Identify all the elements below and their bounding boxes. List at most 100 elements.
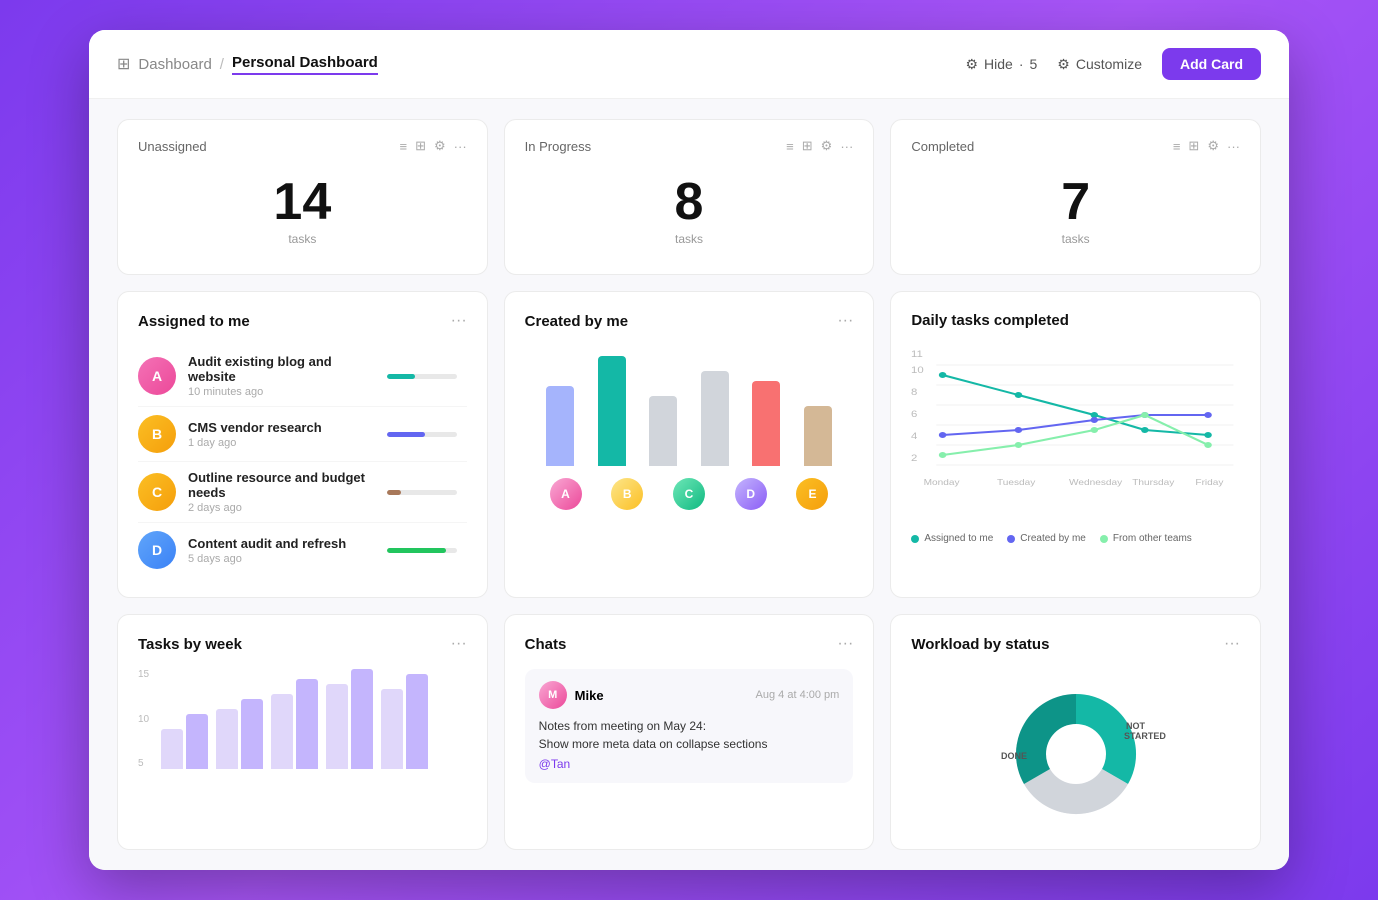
chat-text-line1: Notes from meeting on May 24: [539, 717, 840, 735]
task-name: Audit existing blog and website [188, 354, 375, 384]
svg-text:STARTED: STARTED [1124, 731, 1166, 741]
settings-icon-3[interactable]: ⚙ [1207, 138, 1219, 154]
avatar: E [796, 478, 828, 510]
customize-label: Customize [1076, 56, 1142, 72]
svg-text:6: 6 [911, 410, 918, 420]
chats-menu[interactable]: ··· [837, 635, 853, 653]
avatar: B [611, 478, 643, 510]
settings-icon[interactable]: ⚙ [434, 138, 446, 154]
more-icon[interactable]: ··· [454, 139, 467, 154]
chat-username: Mike [575, 688, 604, 703]
week-bar [186, 714, 208, 769]
week-bar [406, 674, 428, 769]
task-item: D Content audit and refresh 5 days ago [138, 523, 467, 577]
week-bar [216, 709, 238, 769]
workload-menu[interactable]: ··· [1224, 635, 1240, 653]
svg-text:Tuesday: Tuesday [997, 478, 1036, 487]
task-name: Content audit and refresh [188, 536, 375, 551]
tasks-by-week-menu[interactable]: ··· [451, 635, 467, 653]
task-time: 10 minutes ago [188, 386, 375, 398]
svg-text:Thursday: Thursday [1133, 478, 1176, 487]
avatar: C [138, 473, 176, 511]
week-bar [241, 699, 263, 769]
stat-card-icons-2: ≡ ⊞ ⚙ ··· [786, 138, 853, 154]
svg-text:Monday: Monday [924, 478, 960, 487]
workload-title: Workload by status [911, 636, 1049, 653]
chart-legend: Assigned to me Created by me From other … [911, 533, 1240, 544]
week-bar-group [326, 669, 373, 769]
hide-button[interactable]: ⚙ Hide · 5 [965, 56, 1037, 73]
week-bar [271, 694, 293, 769]
stat-number-unassigned: 14 [273, 176, 331, 228]
filter-icon: ⚙ [965, 56, 978, 73]
hide-count: · [1019, 56, 1024, 72]
more-icon-3[interactable]: ··· [1227, 139, 1240, 154]
main-content: Unassigned ≡ ⊞ ⚙ ··· 14 tasks In Progres… [89, 99, 1289, 870]
avatar: D [735, 478, 767, 510]
legend-label-teams: From other teams [1113, 533, 1192, 544]
expand-icon-3[interactable]: ⊞ [1188, 138, 1199, 154]
expand-icon-2[interactable]: ⊞ [802, 138, 813, 154]
legend-teams: From other teams [1100, 533, 1192, 544]
daily-tasks-chart: 11 10 8 6 4 2 [911, 345, 1240, 525]
bottom-row: Tasks by week ··· 15 10 5 [117, 614, 1261, 850]
legend-label-assigned: Assigned to me [924, 533, 993, 544]
hide-label: Hide [984, 56, 1013, 72]
expand-icon[interactable]: ⊞ [415, 138, 426, 154]
task-progress [387, 548, 467, 553]
task-name: Outline resource and budget needs [188, 470, 375, 500]
settings-icon-2[interactable]: ⚙ [821, 138, 833, 154]
legend-label-created: Created by me [1020, 533, 1086, 544]
task-item: B CMS vendor research 1 day ago [138, 407, 467, 462]
daily-tasks-widget: Daily tasks completed 11 10 8 6 4 2 [890, 291, 1261, 598]
stat-number-completed: 7 [1061, 176, 1090, 228]
legend-created: Created by me [1007, 533, 1086, 544]
task-info: Audit existing blog and website 10 minut… [188, 354, 375, 398]
customize-button[interactable]: ⚙ Customize [1057, 56, 1142, 73]
assigned-to-me-menu[interactable]: ··· [451, 312, 467, 330]
y-label: 15 [138, 669, 149, 680]
filter-icon[interactable]: ≡ [400, 139, 408, 154]
created-by-me-menu[interactable]: ··· [837, 312, 853, 330]
dashboard-icon: ⊞ [117, 54, 130, 74]
hide-count-value: 5 [1030, 56, 1038, 72]
app-container: ⊞ Dashboard / Personal Dashboard ⚙ Hide … [89, 30, 1289, 870]
more-icon-2[interactable]: ··· [840, 139, 853, 154]
daily-tasks-title: Daily tasks completed [911, 312, 1069, 329]
filter-icon-2[interactable]: ≡ [786, 139, 794, 154]
legend-dot-teams [1100, 535, 1108, 543]
chat-avatar: M [539, 681, 567, 709]
add-card-button[interactable]: Add Card [1162, 48, 1261, 80]
y-axis-labels: 15 10 5 [138, 669, 149, 769]
svg-text:Wednesday: Wednesday [1069, 478, 1123, 487]
stat-label-inprogress: tasks [675, 232, 703, 246]
svg-text:10: 10 [911, 366, 924, 376]
task-list: A Audit existing blog and website 10 min… [138, 346, 467, 577]
stat-title-inprogress: In Progress [525, 139, 591, 154]
week-bar-group [216, 699, 263, 769]
chat-user: M Mike [539, 681, 604, 709]
gear-icon: ⚙ [1057, 56, 1070, 73]
chats-title: Chats [525, 636, 567, 653]
workload-chart: DONE NOT STARTED [911, 669, 1240, 829]
svg-text:8: 8 [911, 388, 918, 398]
svg-text:2: 2 [911, 454, 918, 464]
week-bar [326, 684, 348, 769]
stat-card-inprogress: In Progress ≡ ⊞ ⚙ ··· 8 tasks [504, 119, 875, 275]
svg-text:11: 11 [911, 350, 923, 360]
created-by-me-widget: Created by me ··· A B C D E [504, 291, 875, 598]
tasks-by-week-title: Tasks by week [138, 636, 242, 653]
task-progress [387, 432, 467, 437]
avatar: B [138, 415, 176, 453]
filter-icon-3[interactable]: ≡ [1173, 139, 1181, 154]
header: ⊞ Dashboard / Personal Dashboard ⚙ Hide … [89, 30, 1289, 99]
chat-message: M Mike Aug 4 at 4:00 pm Notes from meeti… [525, 669, 854, 783]
task-info: CMS vendor research 1 day ago [188, 420, 375, 449]
avatar: A [138, 357, 176, 395]
task-time: 5 days ago [188, 553, 375, 565]
task-name: CMS vendor research [188, 420, 375, 435]
week-bar [161, 729, 183, 769]
week-bar [351, 669, 373, 769]
stat-title-completed: Completed [911, 139, 974, 154]
tasks-by-week-widget: Tasks by week ··· 15 10 5 [117, 614, 488, 850]
